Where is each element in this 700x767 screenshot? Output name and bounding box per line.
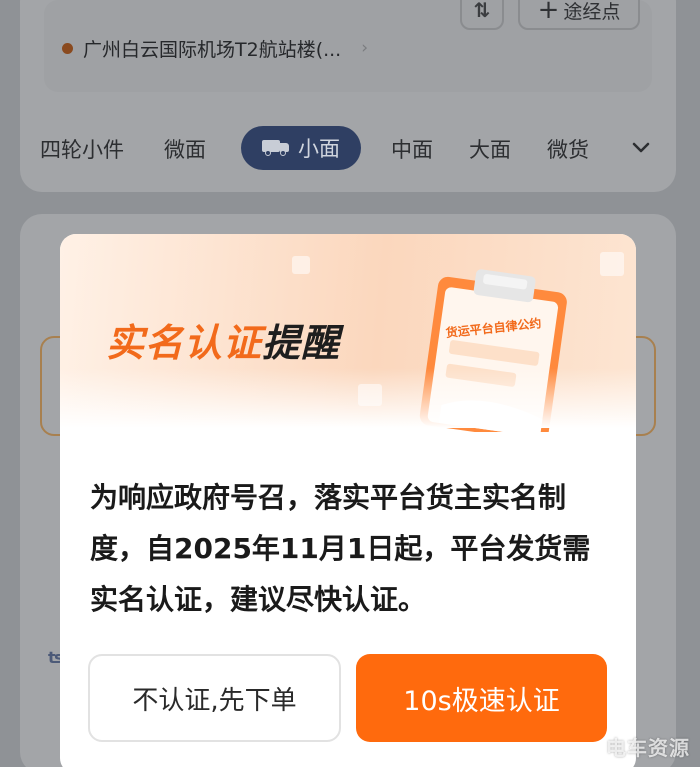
tab-vehicle-0[interactable]: 四轮小件 — [40, 134, 124, 164]
tab-vehicle-selected[interactable]: 小面 — [241, 126, 361, 170]
real-name-dialog: 实名认证提醒 货运平台自律公约 为响应政府号召，落实平台货主实名制度，自2025… — [60, 234, 636, 767]
decor-square — [600, 252, 624, 276]
destination-dot-icon — [62, 42, 73, 54]
tab-selected-label: 小面 — [298, 137, 340, 161]
van-icon — [262, 140, 290, 156]
vehicle-type-tabs: 四轮小件 微面 小面 中面 大面 微货 — [40, 126, 670, 170]
skip-verification-button[interactable]: 不认证,先下单 — [88, 654, 341, 742]
watermark-text: 电车资源 — [606, 736, 690, 760]
dialog-title: 实名认证提醒 — [106, 321, 341, 365]
tab-vehicle-3[interactable]: 中面 — [391, 134, 433, 164]
decor-square — [292, 256, 310, 274]
chevron-right-icon: › — [361, 38, 369, 58]
waypoint-label: 途经点 — [563, 0, 621, 23]
dialog-message: 为响应政府号召，落实平台货主实名制度，自2025年11月1日起，平台发货需实名认… — [90, 481, 591, 616]
dialog-header: 实名认证提醒 货运平台自律公约 — [60, 234, 636, 432]
plus-icon: + — [537, 0, 560, 25]
tab-vehicle-5[interactable]: 微货 — [547, 134, 589, 164]
quick-verify-button[interactable]: 10s极速认证 — [356, 654, 607, 742]
destination-row[interactable]: 广州白云国际机场T2航站楼(... › — [62, 34, 368, 62]
swap-route-button[interactable]: ⇅ — [460, 0, 504, 30]
tab-vehicle-1[interactable]: 微面 — [164, 134, 206, 164]
destination-text: 广州白云国际机场T2航站楼(... — [83, 38, 342, 61]
tab-vehicle-4[interactable]: 大面 — [469, 134, 511, 164]
chevron-down-icon[interactable] — [630, 136, 652, 158]
add-waypoint-button[interactable]: + 途经点 — [518, 0, 640, 30]
swap-icon: ⇅ — [473, 0, 491, 22]
